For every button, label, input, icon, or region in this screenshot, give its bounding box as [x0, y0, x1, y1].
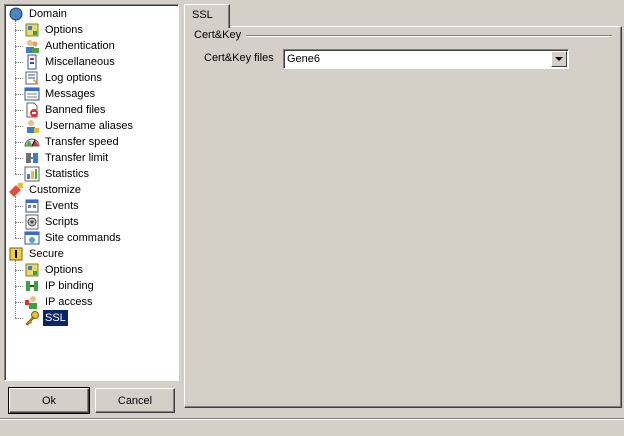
ok-button[interactable]: Ok	[8, 387, 90, 414]
tree-connector	[15, 94, 23, 95]
tree-item-options[interactable]: Options	[24, 22, 85, 38]
tree-connector	[15, 30, 23, 31]
messages-icon	[24, 86, 40, 102]
tree-connector	[15, 196, 16, 238]
tab-ssl[interactable]: SSL	[184, 4, 230, 28]
settings-tree[interactable]: Domain Options Authentication Miscellaneous…	[4, 4, 179, 381]
tree-item-label: Options	[45, 24, 83, 36]
tab-panel	[184, 26, 622, 408]
tree-item-label: Log options	[45, 72, 102, 84]
globe-icon	[8, 6, 24, 22]
tree-item-statistics[interactable]: Statistics	[24, 166, 91, 182]
tree-connector	[15, 158, 23, 159]
tree-item-label: Authentication	[45, 40, 115, 52]
site-commands-icon	[24, 230, 40, 246]
tree-connector	[15, 302, 23, 303]
user-alias-icon	[24, 118, 40, 134]
status-bar	[0, 418, 624, 436]
tree-item-transfer-speed[interactable]: Transfer speed	[24, 134, 121, 150]
tree-item-ip-access[interactable]: IP access	[24, 294, 95, 310]
tree-connector	[15, 270, 23, 271]
options-icon	[24, 22, 40, 38]
tree-item-label: Banned files	[45, 104, 106, 116]
tree-item-domain[interactable]: Domain	[8, 6, 69, 22]
tree-connector	[15, 46, 23, 47]
cancel-button[interactable]: Cancel	[95, 388, 175, 413]
misc-icon	[24, 54, 40, 70]
options-icon	[24, 262, 40, 278]
tree-connector	[15, 142, 23, 143]
tree-connector	[15, 110, 23, 111]
limit-icon	[24, 150, 40, 166]
tree-connector	[15, 260, 16, 318]
cert-key-select[interactable]: Gene6	[283, 49, 569, 69]
tree-item-transfer-limit[interactable]: Transfer limit	[24, 150, 110, 166]
chevron-down-icon[interactable]	[551, 51, 567, 67]
statistics-icon	[24, 166, 40, 182]
tree-item-options[interactable]: Options	[24, 262, 85, 278]
ip-binding-icon	[24, 278, 40, 294]
cert-key-label: Cert&Key files	[204, 52, 274, 64]
group-divider	[246, 35, 612, 37]
tree-connector	[15, 222, 23, 223]
tree-item-username-aliases[interactable]: Username aliases	[24, 118, 135, 134]
tree-item-ssl[interactable]: SSL	[24, 309, 69, 327]
log-icon	[24, 70, 40, 86]
tree-item-banned-files[interactable]: Banned files	[24, 102, 108, 118]
tab-ssl-label: SSL	[192, 9, 213, 21]
customize-icon	[8, 182, 24, 198]
tree-item-label: SSL	[42, 309, 69, 327]
tree-item-label: Scripts	[45, 216, 79, 228]
tree-item-authentication[interactable]: Authentication	[24, 38, 117, 54]
tree-connector	[15, 206, 23, 207]
tree-item-label: Messages	[45, 88, 96, 100]
events-icon	[24, 198, 40, 214]
group-title: Cert&Key	[194, 29, 242, 41]
tree-item-messages[interactable]: Messages	[24, 86, 97, 102]
tree-connector	[15, 20, 16, 174]
tree-item-label: Secure	[29, 248, 64, 260]
ip-access-icon	[24, 294, 40, 310]
tree-connector	[15, 78, 23, 79]
banned-file-icon	[24, 102, 40, 118]
tree-item-label: Username aliases	[45, 120, 134, 132]
speed-gauge-icon	[24, 134, 40, 150]
tree-connector	[15, 126, 23, 127]
tree-item-label: Domain	[29, 8, 67, 20]
tree-item-label: Miscellaneous	[45, 56, 115, 68]
tree-item-customize[interactable]: Customize	[8, 182, 83, 198]
tree-connector	[15, 238, 23, 239]
tree-item-label: Transfer speed	[45, 136, 119, 148]
tree-item-label: IP access	[45, 296, 93, 308]
tree-item-label: Options	[45, 264, 83, 276]
tree-item-label: Events	[45, 200, 79, 212]
tree-item-site-commands[interactable]: Site commands	[24, 230, 123, 246]
tree-item-events[interactable]: Events	[24, 198, 81, 214]
tree-item-ip-binding[interactable]: IP binding	[24, 278, 96, 294]
tree-item-scripts[interactable]: Scripts	[24, 214, 81, 230]
tree-connector	[15, 286, 23, 287]
tree-connector	[15, 318, 23, 319]
tree-connector	[15, 174, 23, 175]
users-icon	[24, 38, 40, 54]
cert-key-value: Gene6	[287, 53, 321, 65]
tree-item-log-options[interactable]: Log options	[24, 70, 104, 86]
tree-item-label: IP binding	[45, 280, 94, 292]
tree-item-label: Customize	[29, 184, 81, 196]
tree-item-label: Statistics	[45, 168, 90, 180]
tree-connector	[15, 62, 23, 63]
secure-icon	[8, 246, 24, 262]
tree-item-secure[interactable]: Secure	[8, 246, 66, 262]
scripts-icon	[24, 214, 40, 230]
key-icon	[24, 310, 40, 326]
tree-item-miscellaneous[interactable]: Miscellaneous	[24, 54, 117, 70]
tree-item-label: Transfer limit	[45, 152, 109, 164]
tree-item-label: Site commands	[45, 232, 121, 244]
